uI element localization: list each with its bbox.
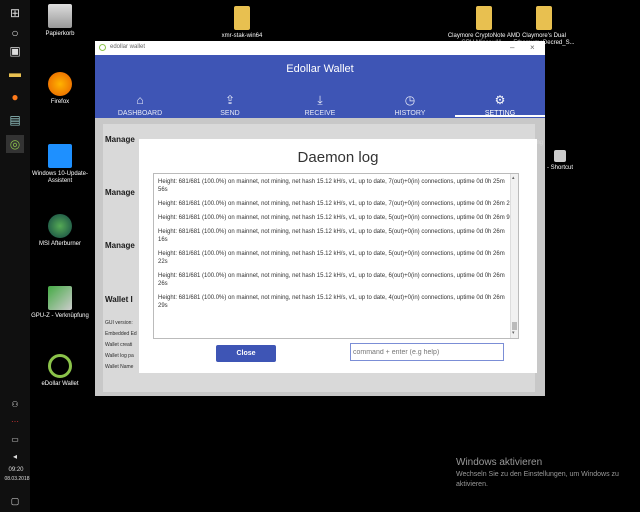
desktop-icon-msi-afterburner[interactable]: MSI Afterburner	[22, 214, 98, 248]
tab-dashboard[interactable]: ⌂ DASHBOARD	[95, 93, 185, 117]
desktop-icon-label: GPU-Z - Verknüpfung	[31, 313, 89, 319]
upload-icon: ⇪	[224, 93, 236, 107]
desktop-icon-firefox[interactable]: Firefox	[22, 72, 98, 106]
log-line: Height: 681/681 (100.0%) on mainnet, not…	[158, 201, 513, 207]
shortcut-icon	[554, 150, 566, 162]
folder-icon	[234, 6, 250, 30]
folder-icon	[536, 6, 552, 30]
dialog-title: Daemon log	[297, 149, 379, 166]
clock-date[interactable]: 08.03.2018	[0, 476, 34, 482]
scroll-thumb[interactable]	[512, 322, 517, 330]
command-input[interactable]	[350, 343, 504, 361]
afterburner-icon	[48, 214, 72, 238]
desktop-icon-label: Firefox	[50, 99, 70, 105]
tab-label: HISTORY	[394, 110, 426, 117]
log-scrollbar[interactable]: ▴ ▾	[510, 174, 518, 338]
activation-title: Windows aktivieren	[456, 457, 543, 468]
clock-time[interactable]: 09:20	[2, 467, 30, 473]
network-icon[interactable]: ▭	[6, 430, 24, 448]
log-line: Height: 681/681 (100.0%) on mainnet, not…	[158, 179, 505, 193]
close-icon[interactable]: ×	[530, 43, 535, 52]
tab-label: DASHBOARD	[117, 110, 163, 117]
tab-label: SEND	[220, 110, 240, 117]
home-icon: ⌂	[136, 93, 144, 107]
app-title: Edollar Wallet	[286, 63, 354, 75]
scroll-up-icon[interactable]: ▴	[512, 175, 515, 181]
title-bar[interactable]: edollar wallet – ×	[95, 41, 545, 55]
windows-icon	[48, 144, 72, 168]
desktop-icon-recycle-bin[interactable]: Papierkorb	[22, 4, 98, 38]
tab-setting[interactable]: ⚙ SETTING	[455, 93, 545, 117]
desktop-icon-label: - Shortcut	[546, 165, 573, 171]
log-line: Height: 681/681 (100.0%) on mainnet, not…	[158, 215, 513, 221]
log-line: Height: 681/681 (100.0%) on mainnet, not…	[158, 229, 505, 243]
scroll-down-icon[interactable]: ▾	[512, 330, 515, 336]
log-line: Height: 681/681 (100.0%) on mainnet, not…	[158, 295, 505, 309]
desktop-icon-label: Windows 10-Update-Assistent	[31, 171, 89, 184]
window-title: edollar wallet	[110, 44, 146, 50]
desktop-icon-windows-update[interactable]: Windows 10-Update-Assistent	[22, 144, 98, 185]
desktop-icon-label: Papierkorb	[45, 31, 75, 37]
firefox-icon	[48, 72, 72, 96]
daemon-log-dialog: Daemon log Height: 681/681 (100.0%) on m…	[139, 139, 537, 373]
gpuz-icon	[48, 286, 72, 310]
tab-receive[interactable]: ⤓ RECEIVE	[275, 93, 365, 117]
app-icon	[99, 44, 106, 51]
desktop-icon-gpuz[interactable]: GPU-Z - Verknüpfung	[22, 286, 98, 320]
log-output[interactable]: Height: 681/681 (100.0%) on mainnet, not…	[153, 173, 519, 339]
history-icon: ◷	[404, 93, 416, 107]
download-icon: ⤓	[317, 93, 323, 107]
app-taskbar-icon[interactable]: ▤	[6, 111, 24, 129]
log-line: Height: 681/681 (100.0%) on mainnet, not…	[158, 273, 505, 287]
tab-history[interactable]: ◷ HISTORY	[365, 93, 455, 117]
gear-icon: ⚙	[494, 93, 506, 107]
app-header: Edollar Wallet ⌂ DASHBOARD ⇪ SEND ⤓ RECE…	[95, 55, 545, 118]
tab-send[interactable]: ⇪ SEND	[185, 93, 275, 117]
log-line: Height: 681/681 (100.0%) on mainnet, not…	[158, 251, 505, 265]
minimize-icon[interactable]: –	[510, 43, 514, 52]
people-icon[interactable]: ⚇	[6, 395, 24, 413]
windows-activation-notice: Windows aktivieren Wechseln Sie zu den E…	[456, 457, 636, 490]
desktop-icon-label: eDollar Wallet	[41, 381, 79, 387]
tray-icons[interactable]: ⋯	[6, 412, 24, 430]
active-tab-indicator	[455, 115, 545, 117]
volume-icon[interactable]: ◂	[6, 447, 24, 465]
edollar-wallet-window: edollar wallet – × Edollar Wallet ⌂ DASH…	[95, 41, 545, 396]
notification-icon[interactable]: ▢	[6, 492, 24, 510]
recycle-bin-icon	[48, 4, 72, 28]
task-view-icon[interactable]: ▣	[6, 42, 24, 60]
desktop-icon-xmr-stak[interactable]: xmr-stak-win64	[204, 6, 280, 40]
desktop-icon-edollar[interactable]: eDollar Wallet	[22, 354, 98, 388]
edollar-icon	[48, 354, 72, 378]
activation-message: Wechseln Sie zu den Einstellungen, um Wi…	[456, 471, 619, 488]
tab-label: RECEIVE	[304, 110, 336, 117]
desktop-icon-label: xmr-stak-win64	[221, 33, 263, 39]
close-button[interactable]: Close	[216, 345, 276, 362]
folder-icon	[476, 6, 492, 30]
desktop-icon-label: MSI Afterburner	[38, 241, 82, 247]
